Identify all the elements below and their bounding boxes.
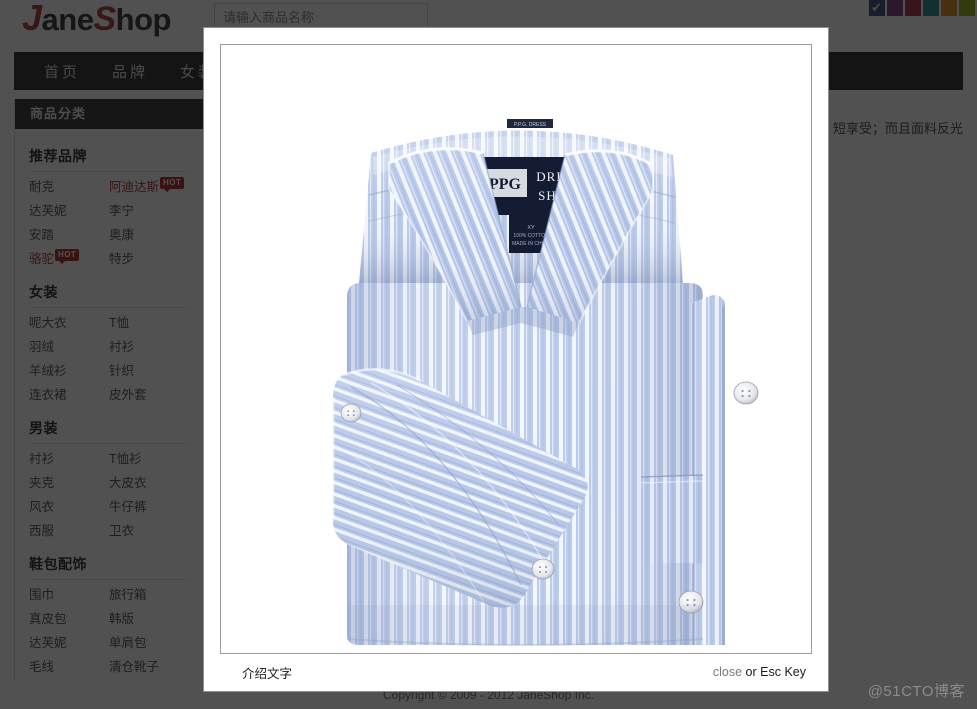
product-image-shirt: PPG DRESS SHIRT XY 100% COTTON MADE IN C… (221, 45, 811, 653)
lightbox-modal: PPG DRESS SHIRT XY 100% COTTON MADE IN C… (204, 28, 828, 691)
modal-footer-bar: 介绍文字 close or Esc Key (220, 654, 812, 690)
esc-key-hint: or Esc Key (742, 665, 806, 679)
modal-caption: 介绍文字 (242, 666, 293, 681)
watermark: @51CTO博客 (867, 683, 965, 700)
svg-text:PPG: PPG (489, 176, 522, 193)
button-placket-1 (733, 381, 759, 405)
button-sleeve-placket (340, 403, 362, 423)
page-root: JaneShop ✔ 首页 品牌 女装 商品分类 推 (0, 0, 977, 709)
svg-text:XY: XY (527, 225, 535, 231)
product-image-frame: PPG DRESS SHIRT XY 100% COTTON MADE IN C… (220, 44, 812, 654)
modal-close-hint: close or Esc Key (713, 665, 806, 679)
svg-text:P.P.G. DRESS: P.P.G. DRESS (514, 122, 547, 128)
button-cuff (531, 558, 555, 580)
close-button[interactable]: close (713, 665, 742, 679)
